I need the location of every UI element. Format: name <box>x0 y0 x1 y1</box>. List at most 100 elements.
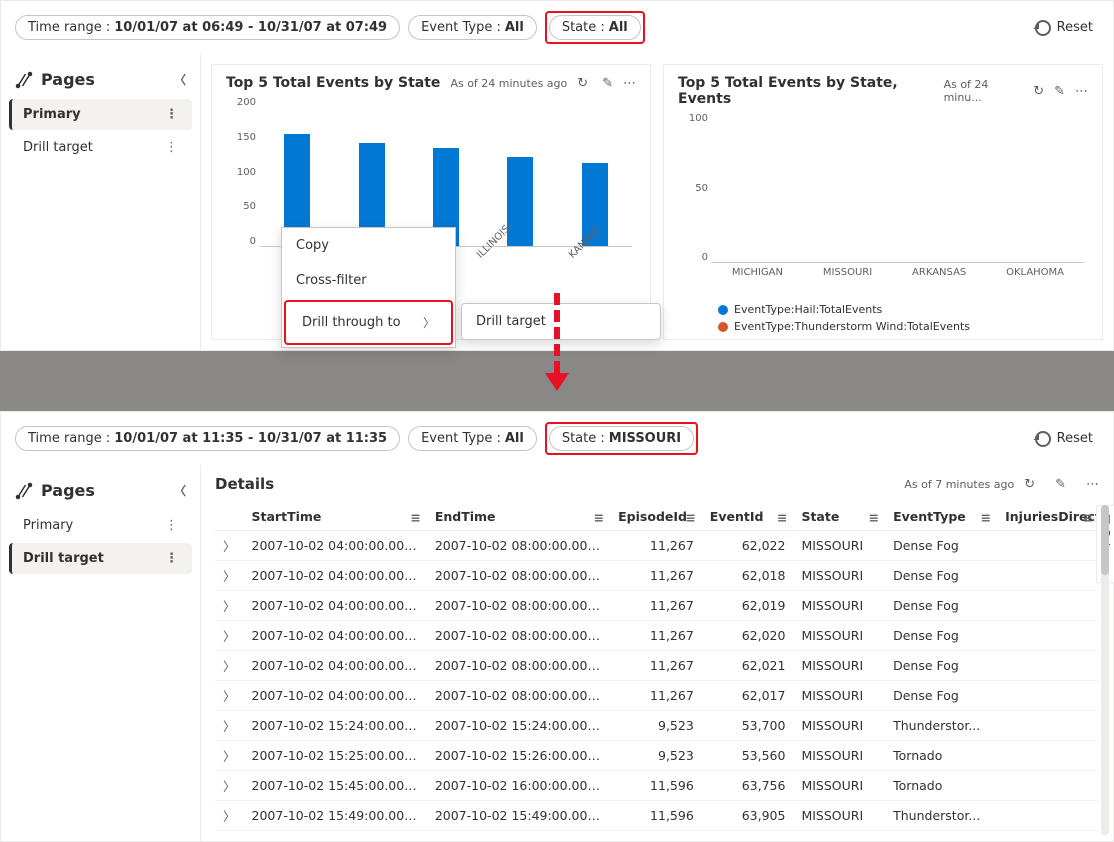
pages-icon <box>15 482 33 500</box>
cell-eventtype: Dense Fog <box>885 561 997 591</box>
cell-episodeid: 9,523 <box>610 741 702 771</box>
cell-injuriesdirect <box>997 621 1099 651</box>
expand-row-icon[interactable]: 〉 <box>215 591 244 621</box>
cell-injuriesdirect <box>997 561 1099 591</box>
collapse-sidebar-icon[interactable]: 〈 <box>174 71 186 88</box>
more-icon[interactable]: ⋮ <box>165 518 178 533</box>
expand-row-icon[interactable]: 〉 <box>215 531 244 561</box>
collapse-sidebar-icon[interactable]: 〈 <box>174 482 186 499</box>
menu-drill-target[interactable]: Drill target <box>462 304 660 339</box>
column-menu-icon[interactable]: ≡ <box>685 510 695 525</box>
refresh-icon[interactable]: ↻ <box>1024 477 1035 492</box>
expand-row-icon[interactable]: 〉 <box>215 681 244 711</box>
chart-top5-by-state-events[interactable]: 100 50 0 MICHIGAN <box>678 113 1088 293</box>
cell-episodeid: 11,596 <box>610 801 702 831</box>
expand-row-icon[interactable]: 〉 <box>215 621 244 651</box>
cell-eventid: 62,022 <box>702 531 794 561</box>
expand-row-icon[interactable]: 〉 <box>215 711 244 741</box>
edit-icon[interactable]: ✎ <box>1054 84 1065 99</box>
more-icon[interactable]: ⋯ <box>623 76 636 91</box>
table-row[interactable]: 〉2007-10-02 04:00:00.00002007-10-02 08:0… <box>215 531 1099 561</box>
table-row[interactable]: 〉2007-10-02 04:00:00.00002007-10-02 08:0… <box>215 681 1099 711</box>
scrollbar-thumb[interactable] <box>1101 505 1109 575</box>
cell-endtime: 2007-10-02 08:00:00.0000 <box>427 621 610 651</box>
expand-row-icon[interactable]: 〉 <box>215 561 244 591</box>
expand-row-icon[interactable]: 〉 <box>215 741 244 771</box>
cell-eventid: 53,560 <box>702 741 794 771</box>
reset-button[interactable]: Reset <box>1029 16 1099 40</box>
cell-state: MISSOURI <box>793 621 885 651</box>
more-icon[interactable]: ⋯ <box>1086 477 1099 492</box>
event-type-pill[interactable]: Event Type : All <box>408 426 537 451</box>
cell-episodeid: 9,523 <box>610 711 702 741</box>
cell-injuriesdirect <box>997 681 1099 711</box>
col-state[interactable]: State≡ <box>793 503 885 531</box>
column-menu-icon[interactable]: ≡ <box>869 510 879 525</box>
cell-endtime: 2007-10-02 08:00:00.0000 <box>427 591 610 621</box>
sidebar-item-label: Primary <box>23 107 81 122</box>
column-menu-icon[interactable]: ≡ <box>1083 510 1093 525</box>
table-row[interactable]: 〉2007-10-02 15:25:00.00002007-10-02 15:2… <box>215 741 1099 771</box>
details-title: Details <box>215 475 274 493</box>
column-menu-icon[interactable]: ≡ <box>981 510 991 525</box>
more-icon[interactable]: ⋮ <box>165 107 178 122</box>
reset-icon <box>1035 20 1051 36</box>
table-row[interactable]: 〉2007-10-02 04:00:00.00002007-10-02 08:0… <box>215 591 1099 621</box>
cell-episodeid: 11,267 <box>610 531 702 561</box>
sidebar-item-primary[interactable]: Primary ⋮ <box>9 99 192 130</box>
state-pill[interactable]: State : All <box>549 15 641 40</box>
column-menu-icon[interactable]: ≡ <box>410 510 420 525</box>
edit-icon[interactable]: ✎ <box>1055 477 1066 492</box>
cell-injuriesdirect <box>997 591 1099 621</box>
legend-item[interactable]: EventType:Thunderstorm Wind:TotalEvents <box>718 320 1088 333</box>
col-episodeid[interactable]: EpisodeId≡ <box>610 503 702 531</box>
more-icon[interactable]: ⋮ <box>165 140 178 155</box>
menu-cross-filter[interactable]: Cross-filter <box>282 263 455 298</box>
expand-row-icon[interactable]: 〉 <box>215 801 244 831</box>
y-axis: 100 50 0 <box>678 113 708 263</box>
time-range-pill[interactable]: Time range : 10/01/07 at 06:49 - 10/31/0… <box>15 15 400 40</box>
col-starttime[interactable]: StartTime≡ <box>244 503 427 531</box>
cell-endtime: 2007-10-02 08:00:00.0000 <box>427 681 610 711</box>
legend-item[interactable]: EventType:Hail:TotalEvents <box>718 303 1088 316</box>
expand-row-icon[interactable]: 〉 <box>215 651 244 681</box>
cell-state: MISSOURI <box>793 651 885 681</box>
sidebar-item-primary[interactable]: Primary ⋮ <box>9 510 192 541</box>
sidebar-item-label: Drill target <box>23 140 93 155</box>
sidebar-item-drill-target[interactable]: Drill target ⋮ <box>9 543 192 574</box>
cell-endtime: 2007-10-02 15:26:00.0000 <box>427 741 610 771</box>
pages-header: Pages 〈 <box>1 473 200 508</box>
edit-icon[interactable]: ✎ <box>602 76 613 91</box>
time-range-pill[interactable]: Time range : 10/01/07 at 11:35 - 10/31/0… <box>15 426 400 451</box>
table-row[interactable]: 〉2007-10-02 15:24:00.00002007-10-02 15:2… <box>215 711 1099 741</box>
more-icon[interactable]: ⋯ <box>1075 84 1088 99</box>
col-eventtype[interactable]: EventType≡ <box>885 503 997 531</box>
menu-copy[interactable]: Copy <box>282 228 455 263</box>
table-row[interactable]: 〉2007-10-02 04:00:00.00002007-10-02 08:0… <box>215 621 1099 651</box>
cell-injuriesdirect <box>997 651 1099 681</box>
state-pill[interactable]: State : MISSOURI <box>549 426 694 451</box>
event-type-pill[interactable]: Event Type : All <box>408 15 537 40</box>
more-icon[interactable]: ⋮ <box>165 551 178 566</box>
cell-state: MISSOURI <box>793 681 885 711</box>
sidebar-item-drill-target[interactable]: Drill target ⋮ <box>9 132 192 163</box>
col-injuriesdirect[interactable]: InjuriesDirect≡ <box>997 503 1099 531</box>
context-submenu: Drill target <box>461 303 661 340</box>
state-filter-highlight: State : MISSOURI <box>545 422 698 455</box>
state-value: All <box>609 20 628 35</box>
table-row[interactable]: 〉2007-10-02 15:49:00.00002007-10-02 15:4… <box>215 801 1099 831</box>
reset-button[interactable]: Reset <box>1029 427 1099 451</box>
col-eventid[interactable]: EventId≡ <box>702 503 794 531</box>
table-row[interactable]: 〉2007-10-02 04:00:00.00002007-10-02 08:0… <box>215 561 1099 591</box>
table-header-row: StartTime≡ EndTime≡ EpisodeId≡ EventId≡ … <box>215 503 1099 531</box>
column-menu-icon[interactable]: ≡ <box>594 510 604 525</box>
details-table: StartTime≡ EndTime≡ EpisodeId≡ EventId≡ … <box>215 503 1099 831</box>
refresh-icon[interactable]: ↻ <box>1033 84 1044 99</box>
cell-injuriesdirect <box>997 741 1099 771</box>
col-endtime[interactable]: EndTime≡ <box>427 503 610 531</box>
cell-eventtype: Dense Fog <box>885 681 997 711</box>
table-row[interactable]: 〉2007-10-02 04:00:00.00002007-10-02 08:0… <box>215 651 1099 681</box>
menu-drill-through[interactable]: Drill through to 〉 <box>288 304 449 341</box>
refresh-icon[interactable]: ↻ <box>577 76 588 91</box>
column-menu-icon[interactable]: ≡ <box>777 510 787 525</box>
